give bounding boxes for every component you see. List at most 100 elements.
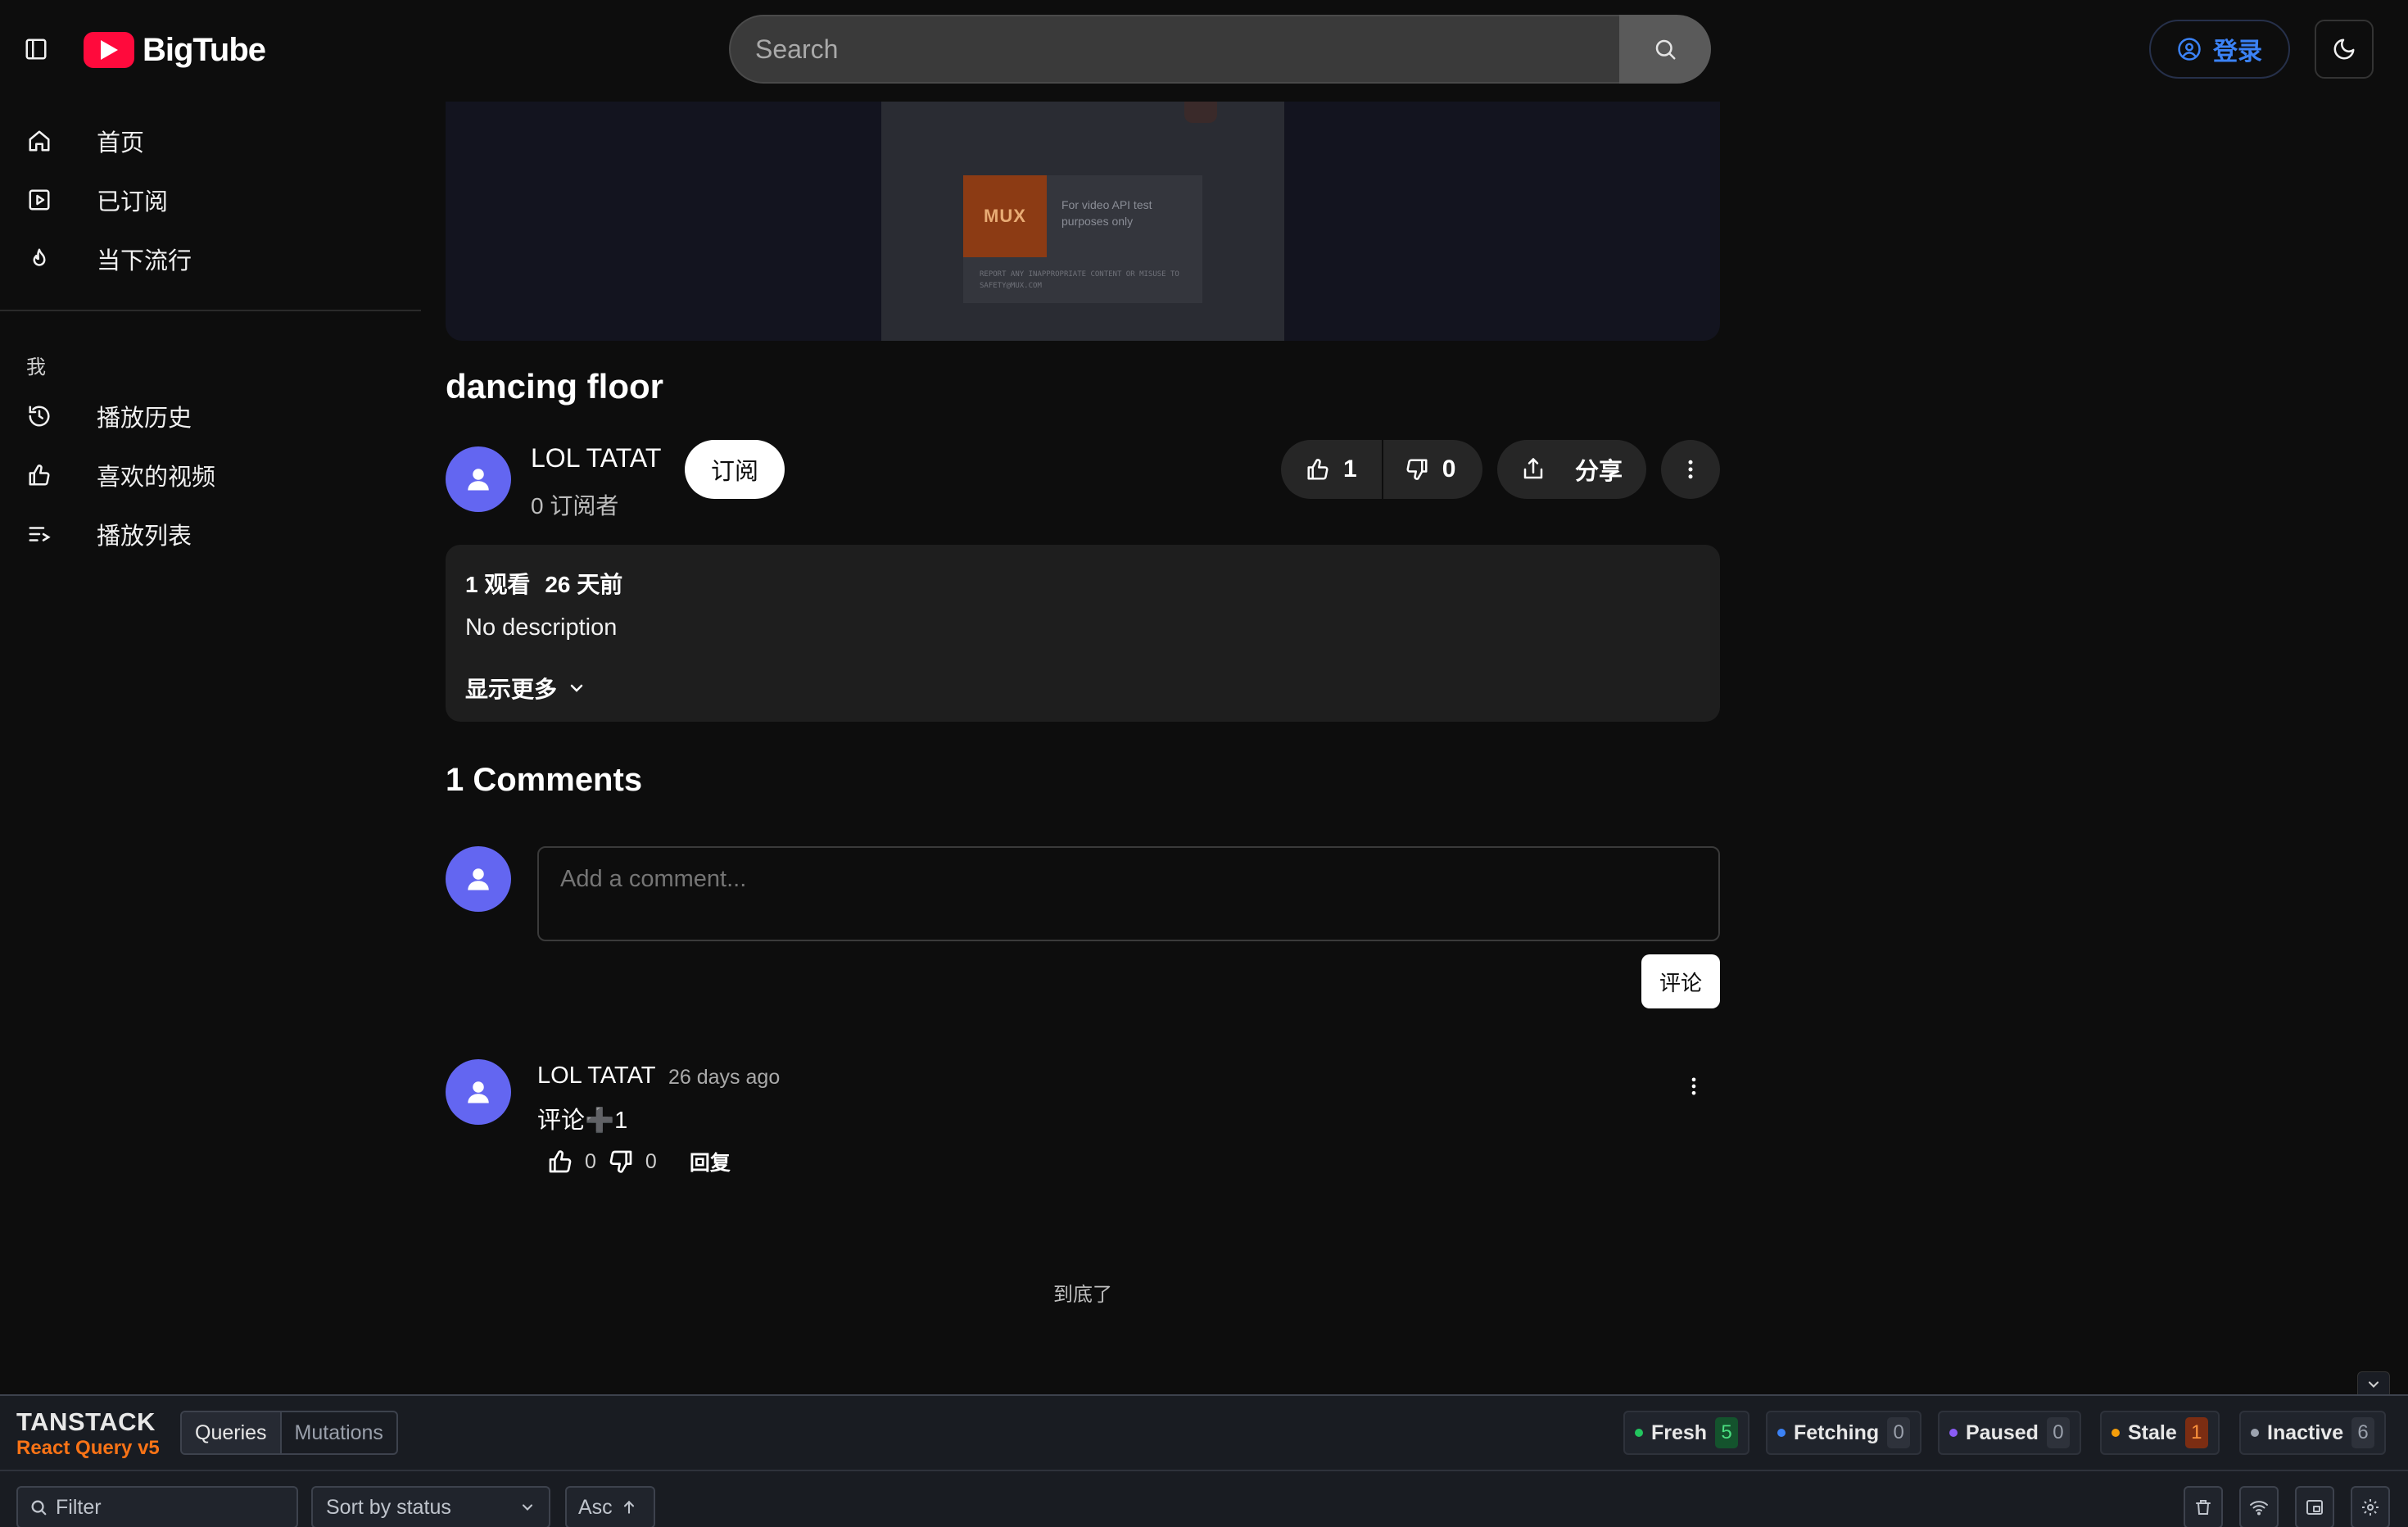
playlist-icon bbox=[20, 514, 59, 554]
theme-toggle-button[interactable] bbox=[2315, 20, 2374, 79]
thumbs-up-icon bbox=[20, 455, 59, 495]
mux-caption: For video API test purposes only bbox=[1061, 198, 1152, 228]
show-more-button[interactable]: 显示更多 bbox=[465, 672, 586, 705]
thumbs-up-icon bbox=[549, 1150, 572, 1173]
status-fresh[interactable]: Fresh 5 bbox=[1623, 1411, 1750, 1455]
sidebar-item-subscriptions[interactable]: 已订阅 bbox=[20, 177, 168, 223]
subscribe-button[interactable]: 订阅 bbox=[685, 440, 785, 499]
status-dot bbox=[1949, 1429, 1958, 1437]
channel-avatar[interactable] bbox=[446, 446, 511, 512]
more-vertical-icon bbox=[1691, 1077, 1696, 1095]
status-label: Fetching bbox=[1794, 1421, 1880, 1444]
status-dot bbox=[1777, 1429, 1786, 1437]
view-count: 1 观看 bbox=[465, 572, 531, 597]
status-paused[interactable]: Paused 0 bbox=[1938, 1411, 2081, 1455]
status-fetching[interactable]: Fetching 0 bbox=[1766, 1411, 1922, 1455]
comment-reply-button[interactable]: 回复 bbox=[690, 1147, 731, 1176]
mux-test-card: MUX For video API test purposes only REP… bbox=[963, 175, 1202, 303]
gear-icon bbox=[2362, 1499, 2379, 1516]
sidebar-item-history[interactable]: 播放历史 bbox=[20, 393, 192, 439]
status-dot bbox=[2251, 1429, 2259, 1437]
status-count: 0 bbox=[1887, 1417, 1911, 1448]
tab-queries[interactable]: Queries bbox=[182, 1412, 282, 1453]
dislike-count: 0 bbox=[1442, 455, 1456, 483]
like-button[interactable]: 1 bbox=[1281, 440, 1382, 499]
sidebar-item-trending[interactable]: 当下流行 bbox=[20, 236, 192, 282]
search-placeholder: Search bbox=[755, 34, 839, 64]
user-icon bbox=[468, 868, 489, 890]
comments-heading: 1 Comments bbox=[446, 762, 643, 798]
devtools-settings-button[interactable] bbox=[2351, 1486, 2390, 1527]
dislike-button[interactable]: 0 bbox=[1383, 440, 1478, 499]
description-box[interactable] bbox=[446, 545, 1720, 722]
status-label: Inactive bbox=[2267, 1421, 2344, 1444]
share-button[interactable]: 分享 bbox=[1497, 440, 1646, 499]
login-button[interactable]: 登录 bbox=[2149, 20, 2290, 79]
search-input[interactable]: Search bbox=[729, 15, 1622, 84]
user-icon bbox=[468, 469, 489, 491]
comment-dislike-button[interactable]: 0 bbox=[608, 1149, 657, 1175]
user-icon bbox=[468, 1081, 489, 1103]
devtools-version: React Query v5 bbox=[16, 1437, 160, 1459]
devtools-sort-select[interactable]: Sort by status bbox=[311, 1486, 550, 1527]
comment-time: 26 days ago bbox=[668, 1066, 781, 1089]
devtools-clear-button[interactable] bbox=[2184, 1486, 2223, 1527]
status-stale[interactable]: Stale 1 bbox=[2100, 1411, 2220, 1455]
comment-author[interactable]: LOL TATAT bbox=[537, 1063, 656, 1090]
sidebar-item-home[interactable]: 首页 bbox=[20, 118, 144, 164]
video-player[interactable]: MUX For video API test purposes only REP… bbox=[446, 102, 1720, 341]
share-icon bbox=[1523, 458, 1543, 479]
devtools-tabs: Queries Mutations bbox=[180, 1411, 398, 1455]
thumbs-down-icon bbox=[609, 1150, 632, 1173]
flame-icon bbox=[20, 239, 59, 279]
moon-icon bbox=[2333, 39, 2355, 60]
trash-icon bbox=[2196, 1500, 2211, 1515]
subscriber-count: 0 订阅者 bbox=[531, 493, 619, 519]
search-button[interactable] bbox=[1619, 15, 1711, 84]
devtools-brand: TANSTACK bbox=[16, 1407, 156, 1436]
home-icon bbox=[20, 121, 59, 161]
show-more-label: 显示更多 bbox=[465, 677, 558, 702]
channel-name[interactable]: LOL TATAT bbox=[531, 443, 661, 474]
video-description: No description bbox=[465, 614, 618, 641]
login-label: 登录 bbox=[2213, 39, 2262, 66]
comment-like-button[interactable]: 0 bbox=[547, 1149, 596, 1175]
devtools-order-button[interactable]: Asc bbox=[565, 1486, 655, 1527]
like-count: 1 bbox=[1343, 455, 1357, 483]
status-dot bbox=[1635, 1429, 1643, 1437]
sidebar-item-label: 喜欢的视频 bbox=[97, 464, 216, 491]
sidebar-toggle-button[interactable] bbox=[20, 33, 52, 66]
status-inactive[interactable]: Inactive 6 bbox=[2239, 1411, 2387, 1455]
picture-in-picture-icon bbox=[2306, 1500, 2323, 1515]
order-label: Asc bbox=[578, 1495, 613, 1519]
share-label: 分享 bbox=[1574, 459, 1623, 485]
status-count: 6 bbox=[2351, 1417, 2375, 1448]
chevron-down-icon bbox=[2368, 1381, 2379, 1388]
sidebar-item-liked-videos[interactable]: 喜欢的视频 bbox=[20, 452, 215, 498]
status-label: Paused bbox=[1966, 1421, 2039, 1444]
chevron-down-icon bbox=[570, 684, 583, 692]
thumbs-down-icon bbox=[1406, 459, 1428, 480]
logo[interactable]: BigTube bbox=[84, 28, 266, 72]
sidebar-panel-icon bbox=[25, 39, 47, 60]
devtools-filter-input[interactable]: Filter bbox=[16, 1486, 298, 1527]
video-stats: 1 观看 26 天前 bbox=[465, 567, 622, 600]
comment-input[interactable] bbox=[537, 846, 1720, 941]
mux-footer: REPORT ANY INAPPROPRIATE CONTENT OR MISU… bbox=[980, 270, 1179, 290]
comment-submit-button[interactable]: 评论 bbox=[1641, 954, 1720, 1008]
tab-mutations[interactable]: Mutations bbox=[282, 1412, 396, 1453]
user-circle-icon bbox=[2178, 38, 2201, 61]
sidebar-item-label: 当下流行 bbox=[97, 248, 192, 274]
search-icon bbox=[31, 1500, 47, 1516]
video-thumbnail: MUX For video API test purposes only REP… bbox=[881, 102, 1284, 341]
play-logo-icon bbox=[84, 32, 134, 68]
status-count: 0 bbox=[2046, 1417, 2070, 1448]
sidebar-item-playlists[interactable]: 播放列表 bbox=[20, 511, 192, 557]
thumbs-up-icon bbox=[1307, 459, 1328, 480]
devtools-pip-button[interactable] bbox=[2295, 1486, 2334, 1527]
devtools-online-toggle[interactable] bbox=[2239, 1486, 2279, 1527]
comment-author-avatar[interactable] bbox=[446, 1059, 511, 1125]
more-actions-button[interactable] bbox=[1661, 440, 1720, 499]
comment-more-button[interactable] bbox=[1677, 1070, 1710, 1103]
comment-actions: 0 0 回复 bbox=[547, 1147, 731, 1176]
